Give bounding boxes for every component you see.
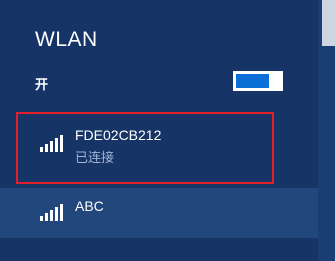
network-ssid: FDE02CB212 xyxy=(75,127,162,143)
scrollbar-thumb[interactable] xyxy=(322,0,335,46)
panel-footer-space xyxy=(0,238,318,261)
network-item-abc[interactable]: ABC xyxy=(0,188,318,238)
toggle-track xyxy=(236,74,269,88)
network-ssid: ABC xyxy=(75,198,104,214)
wlan-toggle[interactable] xyxy=(233,71,283,91)
network-status: 已连接 xyxy=(75,151,115,166)
toggle-knob xyxy=(272,71,283,91)
panel-title: WLAN xyxy=(35,28,98,51)
wifi-signal-icon xyxy=(40,134,64,152)
wifi-signal-icon xyxy=(40,203,64,221)
network-item-fde02cb212[interactable]: FDE02CB212 已连接 xyxy=(0,108,318,188)
wlan-toggle-label: 开 xyxy=(35,78,49,93)
scrollbar[interactable] xyxy=(318,0,335,261)
